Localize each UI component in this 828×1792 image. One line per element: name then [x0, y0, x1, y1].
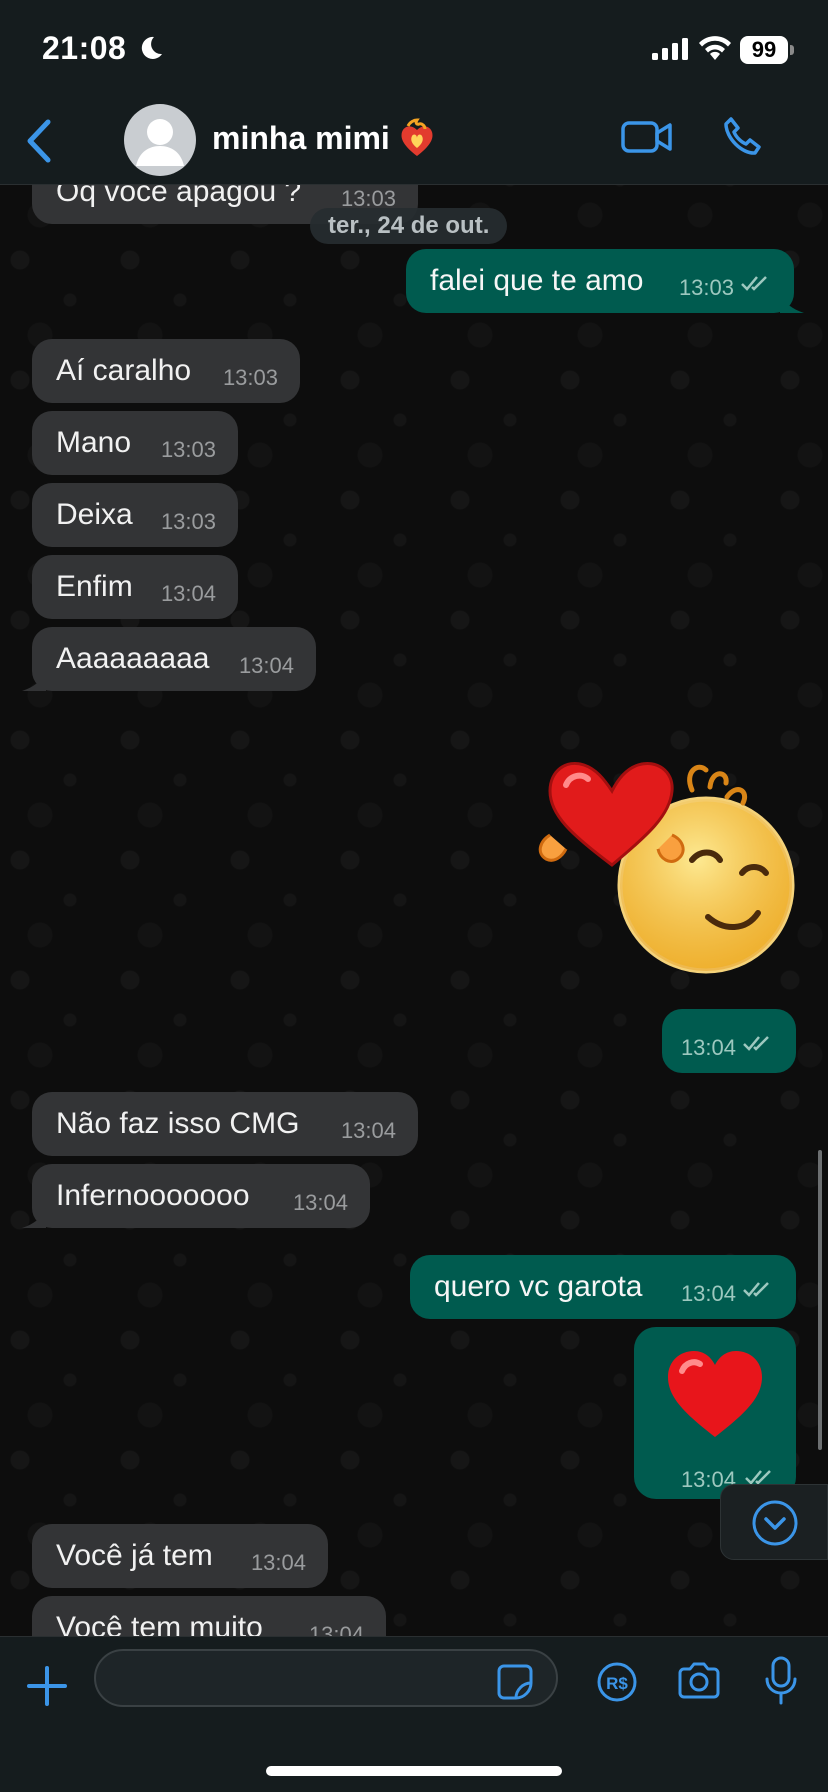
message-text: Infernooooooo	[56, 1179, 250, 1212]
message-text: Não faz isso CMG	[56, 1107, 300, 1140]
message-bubble-outgoing[interactable]: 13:04	[662, 1009, 796, 1073]
date-chip: ter., 24 de out.	[310, 208, 508, 244]
message-bubble-incoming[interactable]: Infernooooooo 13:04	[22, 1164, 370, 1228]
message-text: quero vc garota	[434, 1270, 643, 1303]
read-ticks-icon	[741, 276, 767, 291]
message-time: 13:04	[238, 653, 294, 678]
message-bubble-outgoing[interactable]: 13:04	[634, 1327, 796, 1499]
bubble-tail	[22, 671, 46, 691]
message-bubble-incoming[interactable]: Aaaaaaaaa 13:04	[22, 627, 316, 691]
microphone-icon[interactable]	[762, 1655, 800, 1707]
status-time: 21:08	[42, 30, 127, 66]
moon-icon	[141, 36, 162, 59]
message-text: Deixa	[56, 498, 133, 531]
avatar[interactable]	[124, 104, 196, 176]
read-ticks-icon	[743, 1282, 769, 1297]
home-indicator[interactable]	[266, 1766, 562, 1776]
pix-icon[interactable]: R$	[596, 1661, 638, 1703]
message-input[interactable]	[94, 1649, 558, 1707]
message-time: 13:04	[340, 1118, 396, 1143]
bubble-tail	[22, 1208, 46, 1228]
sticker-icon[interactable]	[496, 1663, 534, 1701]
bubble-tail	[780, 293, 804, 313]
message-bubble-incoming[interactable]: Não faz isso CMG 13:04	[32, 1092, 418, 1156]
message-bubble-outgoing[interactable]: quero vc garota 13:04	[410, 1255, 796, 1319]
message-time: 13:03	[160, 509, 216, 534]
message-time: 13:04	[160, 581, 216, 606]
message-text: Mano	[56, 426, 132, 459]
message-bubble-incoming[interactable]: Você já tem 13:04	[32, 1524, 328, 1588]
message-text: Você já tem	[56, 1539, 213, 1572]
scroll-indicator[interactable]	[818, 1150, 822, 1450]
red-heart-emoji	[668, 1351, 762, 1437]
battery-icon: 99	[740, 36, 788, 64]
message-bubble-outgoing[interactable]: falei que te amo 13:03	[406, 249, 804, 313]
svg-text:R$: R$	[606, 1674, 628, 1693]
message-time: 13:03	[678, 275, 734, 300]
smiling-face-heart-sticker[interactable]	[532, 755, 802, 995]
camera-icon[interactable]	[676, 1661, 722, 1701]
message-time: 13:03	[222, 365, 278, 390]
contact-name[interactable]: minha mimi	[212, 120, 390, 157]
wifi-icon	[699, 36, 731, 60]
read-ticks-icon	[743, 1036, 769, 1051]
message-time: 13:04	[680, 1035, 736, 1060]
message-time: 13:03	[160, 437, 216, 462]
scroll-to-bottom-button[interactable]	[720, 1484, 828, 1560]
message-time: 13:04	[250, 1550, 306, 1575]
heart-on-fire-icon	[401, 118, 433, 156]
message-bubble-incoming[interactable]: Mano 13:03	[32, 411, 238, 475]
chat-header: 21:08 99 minha mimi	[0, 0, 828, 185]
message-time: 13:04	[292, 1190, 348, 1215]
signal-icon	[652, 38, 688, 60]
plus-icon[interactable]	[26, 1665, 68, 1707]
video-call-icon[interactable]	[620, 118, 674, 156]
message-text: Enfim	[56, 570, 133, 603]
message-text: Aaaaaaaaa	[56, 642, 210, 675]
message-text: falei que te amo	[430, 264, 644, 297]
chevron-down-circle-icon	[752, 1500, 798, 1546]
message-text: Aí caralho	[56, 354, 192, 387]
voice-call-icon[interactable]	[722, 116, 764, 158]
message-bubble-incoming[interactable]: Aí caralho 13:03	[32, 339, 300, 403]
message-time: 13:04	[680, 1281, 736, 1306]
battery-tip	[790, 45, 794, 55]
message-bubble-incoming[interactable]: Deixa 13:03	[32, 483, 238, 547]
chevron-left-icon[interactable]	[24, 118, 54, 164]
message-bubble-incoming[interactable]: Enfim 13:04	[32, 555, 238, 619]
person-icon	[136, 119, 184, 166]
